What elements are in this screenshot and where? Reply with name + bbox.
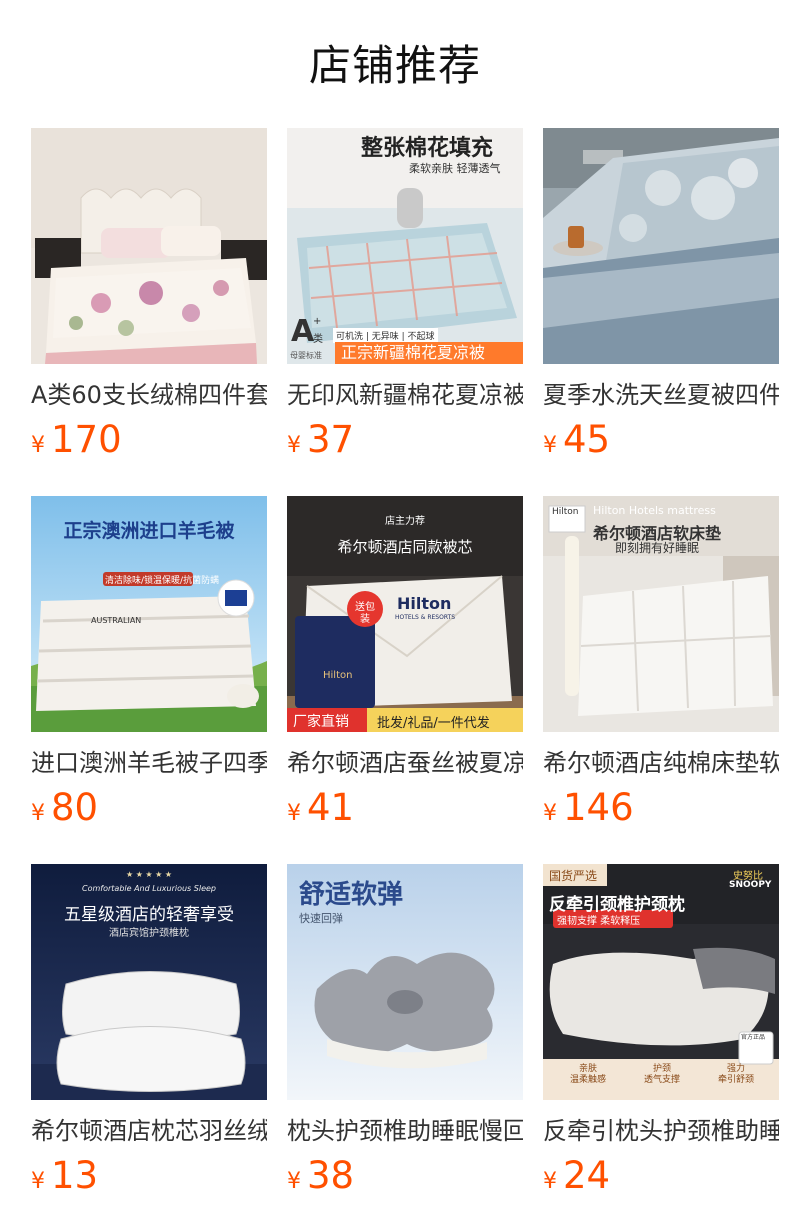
brand-logo-en: SNOOPY [729, 880, 772, 890]
official-badge: 官方正品 [741, 1034, 766, 1041]
image-headline: 五星级酒店的轻奢享受 [64, 905, 234, 925]
product-card[interactable]: 舒适软弹 快速回弹 枕头护颈椎助睡眠慢回弹 ¥38 [287, 864, 523, 1209]
product-title[interactable]: 希尔顿酒店蚕丝被夏凉被 [287, 746, 523, 780]
product-price: ¥170 [31, 414, 267, 473]
product-image[interactable]: Hilton Hilton Hotels mattress 希尔顿酒店软床垫 即… [543, 496, 779, 732]
currency-symbol: ¥ [287, 433, 301, 458]
feature-item: 护颈 透气支撑 [643, 1064, 680, 1085]
product-card[interactable]: Hilton Hilton Hotels mattress 希尔顿酒店软床垫 即… [543, 496, 779, 841]
product-card[interactable]: 夏季水洗天丝夏被四件套 ¥45 [543, 128, 779, 473]
grade-badge-letter: A [291, 314, 315, 349]
rating-stars: ★ ★ ★ ★ ★ [125, 870, 173, 879]
grade-badge-sup: + [313, 316, 322, 327]
bedding-photo [31, 128, 267, 364]
product-price: ¥146 [543, 782, 779, 841]
price-value: 13 [51, 1154, 99, 1197]
product-card[interactable]: 整张棉花填充 柔软亲肤 轻薄透气 A + 类 母婴标准 可机洗 | 无异味 | … [287, 128, 523, 473]
product-title[interactable]: 无印风新疆棉花夏凉被 [287, 378, 523, 412]
product-price: ¥80 [31, 782, 267, 841]
factory-tag: 厂家直销 [293, 714, 349, 730]
image-headline: 舒适软弹 [299, 880, 404, 910]
bag-brand: Hilton [323, 670, 353, 681]
product-price: ¥38 [287, 1150, 523, 1209]
image-subtext: 快速回弹 [299, 912, 343, 925]
image-headline: 希尔顿酒店同款被芯 [337, 538, 473, 556]
gift-badge: 送包装 [355, 602, 375, 625]
product-image[interactable] [31, 128, 267, 364]
script-tagline: Comfortable And Luxurious Sleep [82, 884, 216, 893]
product-image[interactable]: 国货严选 史努比 SNOOPY 反牵引颈椎护颈枕 强韧支撑 柔软释压 官方正品 … [543, 864, 779, 1100]
product-image[interactable]: 店主力荐 希尔顿酒店同款被芯 Hilton HOTELS & RESORTS H… [287, 496, 523, 732]
product-title[interactable]: 反牵引枕头护颈椎助睡眠 [543, 1114, 779, 1148]
product-card[interactable]: A类60支长绒棉四件套 ¥170 [31, 128, 267, 473]
currency-symbol: ¥ [31, 1169, 45, 1194]
price-value: 41 [307, 786, 355, 829]
product-image[interactable] [543, 128, 779, 364]
product-card[interactable]: 店主力荐 希尔顿酒店同款被芯 Hilton HOTELS & RESORTS H… [287, 496, 523, 841]
currency-symbol: ¥ [31, 801, 45, 826]
price-value: 37 [307, 418, 355, 461]
product-title[interactable]: A类60支长绒棉四件套 [31, 378, 267, 412]
currency-symbol: ¥ [287, 1169, 301, 1194]
product-title[interactable]: 进口澳洲羊毛被子四季 [31, 746, 267, 780]
currency-symbol: ¥ [543, 433, 557, 458]
hilton-logo-sub: HOTELS & RESORTS [395, 614, 456, 621]
product-card[interactable]: 正宗澳洲进口羊毛被 清洁除味/锁温保暖/抗菌防螨 AUSTRALIAN 进口澳洲… [31, 496, 267, 841]
product-title[interactable]: 希尔顿酒店枕芯羽丝绒枕 [31, 1114, 267, 1148]
price-value: 80 [51, 786, 99, 829]
image-headline: 正宗澳洲进口羊毛被 [63, 520, 235, 542]
currency-symbol: ¥ [31, 433, 45, 458]
product-card[interactable]: 国货严选 史努比 SNOOPY 反牵引颈椎护颈枕 强韧支撑 柔软释压 官方正品 … [543, 864, 779, 1209]
currency-symbol: ¥ [543, 1169, 557, 1194]
product-image[interactable]: 整张棉花填充 柔软亲肤 轻薄透气 A + 类 母婴标准 可机洗 | 无异味 | … [287, 128, 523, 364]
currency-symbol: ¥ [543, 801, 557, 826]
product-image[interactable]: 正宗澳洲进口羊毛被 清洁除味/锁温保暖/抗菌防螨 AUSTRALIAN [31, 496, 267, 732]
product-image[interactable]: ★ ★ ★ ★ ★ Comfortable And Luxurious Slee… [31, 864, 267, 1100]
product-price: ¥13 [31, 1150, 267, 1209]
image-top-label: 店主力荐 [385, 516, 425, 527]
product-title[interactable]: 枕头护颈椎助睡眠慢回弹 [287, 1114, 523, 1148]
bedding-photo [543, 128, 779, 364]
currency-symbol: ¥ [287, 801, 301, 826]
image-subtext: 即刻拥有好睡眠 [615, 541, 700, 555]
wholesale-tag: 批发/礼品/一件代发 [377, 716, 490, 731]
image-english-label: Hilton Hotels mattress [593, 504, 716, 517]
product-title[interactable]: 希尔顿酒店纯棉床垫软垫 [543, 746, 779, 780]
product-price: ¥45 [543, 414, 779, 473]
image-subtext: 清洁除味/锁温保暖/抗菌防螨 [105, 576, 220, 586]
image-banner: 正宗新疆棉花夏凉被 [335, 342, 523, 364]
product-title[interactable]: 夏季水洗天丝夏被四件套 [543, 378, 779, 412]
grade-badge-note: 母婴标准 [290, 351, 322, 360]
hilton-logo: Hilton [552, 507, 579, 517]
image-subtext: 柔软亲肤 轻薄透气 [409, 162, 501, 175]
hilton-logo: Hilton [397, 594, 452, 613]
price-value: 38 [307, 1154, 355, 1197]
quality-badge: 国货严选 [549, 869, 598, 883]
image-subtext: 酒店宾馆护颈椎枕 [109, 928, 189, 939]
product-price: ¥41 [287, 782, 523, 841]
image-headline: 整张棉花填充 [361, 136, 494, 161]
product-image[interactable]: 舒适软弹 快速回弹 [287, 864, 523, 1100]
grade-badge-class: 类 [313, 334, 323, 345]
product-price: ¥24 [543, 1150, 779, 1209]
product-card[interactable]: ★ ★ ★ ★ ★ Comfortable And Luxurious Slee… [31, 864, 267, 1209]
feature-item: 亲肤 温柔触感 [569, 1064, 606, 1085]
feature-tags: 可机洗 | 无异味 | 不起球 [333, 328, 438, 343]
product-grid: A类60支长绒棉四件套 ¥170 整张棉花填充 柔软亲肤 轻薄透气 A + 类 … [0, 0, 790, 1232]
price-value: 170 [51, 418, 122, 461]
feature-item: 强力 牵引舒颈 [717, 1064, 754, 1085]
price-value: 45 [563, 418, 611, 461]
brand-label: AUSTRALIAN [91, 616, 142, 625]
product-price: ¥37 [287, 414, 523, 473]
image-subtext: 强韧支撑 柔软释压 [557, 916, 641, 927]
price-value: 146 [563, 786, 634, 829]
price-value: 24 [563, 1154, 611, 1197]
